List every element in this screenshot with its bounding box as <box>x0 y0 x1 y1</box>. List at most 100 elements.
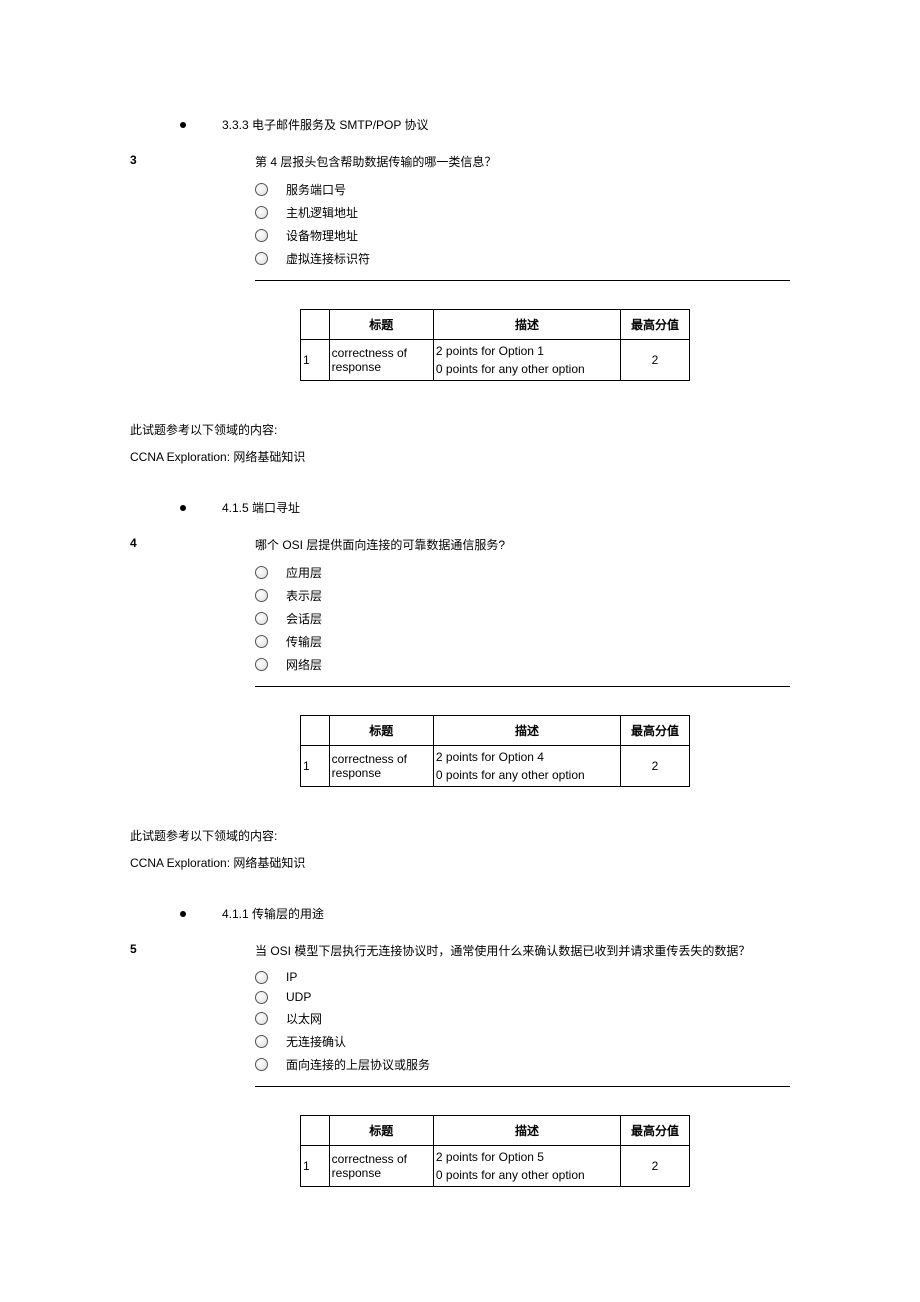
option-row[interactable]: 主机逻辑地址 <box>255 201 790 224</box>
radio-icon[interactable] <box>255 612 268 625</box>
question-number: 5 <box>130 942 255 959</box>
reference-block: 此试题参考以下领域的内容: CCNA Exploration: 网络基础知识 <box>130 827 790 871</box>
option-label: UDP <box>286 990 311 1004</box>
radio-icon[interactable] <box>255 991 268 1004</box>
radio-icon[interactable] <box>255 658 268 671</box>
radio-icon[interactable] <box>255 229 268 242</box>
option-label: 设备物理地址 <box>286 227 358 244</box>
option-label: 应用层 <box>286 564 322 581</box>
score-index: 1 <box>301 746 330 787</box>
question-text: 第 4 层报头包含帮助数据传输的哪一类信息？ <box>255 153 790 170</box>
option-row[interactable]: 设备物理地址 <box>255 224 790 247</box>
option-row[interactable]: 虚拟连接标识符 <box>255 247 790 270</box>
score-title: correctness of response <box>329 746 433 787</box>
header-title: 标题 <box>329 716 433 746</box>
divider <box>255 1086 790 1087</box>
radio-icon[interactable] <box>255 1012 268 1025</box>
divider <box>255 686 790 687</box>
score-desc: 2 points for Option 50 points for any ot… <box>433 1146 620 1187</box>
bullet-text: 4.1.1 传输层的用途 <box>222 905 324 922</box>
score-title: correctness of response <box>329 1146 433 1187</box>
header-desc: 描述 <box>433 716 620 746</box>
bullet-text: 3.3.3 电子邮件服务及 SMTP/POP 协议 <box>222 116 429 133</box>
option-row[interactable]: 应用层 <box>255 561 790 584</box>
reference-bullet-2: 4.1.5 端口寻址 <box>180 499 790 516</box>
option-row[interactable]: 表示层 <box>255 584 790 607</box>
table-row: 1 correctness of response 2 points for O… <box>301 746 690 787</box>
option-row[interactable]: 传输层 <box>255 630 790 653</box>
radio-icon[interactable] <box>255 971 268 984</box>
radio-icon[interactable] <box>255 183 268 196</box>
option-label: 表示层 <box>286 587 322 604</box>
reference-block: 此试题参考以下领域的内容: CCNA Exploration: 网络基础知识 <box>130 421 790 465</box>
reference-course: CCNA Exploration: 网络基础知识 <box>130 854 790 871</box>
score-max: 2 <box>621 746 690 787</box>
table-row: 1 correctness of response 2 points for O… <box>301 340 690 381</box>
radio-icon[interactable] <box>255 206 268 219</box>
option-row[interactable]: 网络层 <box>255 653 790 676</box>
table-header-row: 标题 描述 最高分值 <box>301 716 690 746</box>
option-label: 网络层 <box>286 656 322 673</box>
score-index: 1 <box>301 1146 330 1187</box>
reference-label: 此试题参考以下领域的内容: <box>130 827 790 844</box>
header-max: 最高分值 <box>621 310 690 340</box>
header-max: 最高分值 <box>621 716 690 746</box>
option-row[interactable]: 以太网 <box>255 1007 790 1030</box>
radio-icon[interactable] <box>255 589 268 602</box>
question-5: 5 当 OSI 模型下层执行无连接协议时，通常使用什么来确认数据已收到并请求重传… <box>130 942 790 1187</box>
table-header-row: 标题 描述 最高分值 <box>301 1116 690 1146</box>
option-row[interactable]: UDP <box>255 987 790 1007</box>
table-header-row: 标题 描述 最高分值 <box>301 310 690 340</box>
radio-icon[interactable] <box>255 1058 268 1071</box>
option-label: 服务端口号 <box>286 181 346 198</box>
score-table: 标题 描述 最高分值 1 correctness of response 2 p… <box>300 1115 690 1187</box>
score-table: 标题 描述 最高分值 1 correctness of response 2 p… <box>300 309 690 381</box>
reference-bullet-3: 4.1.1 传输层的用途 <box>180 905 790 922</box>
header-max: 最高分值 <box>621 1116 690 1146</box>
header-desc: 描述 <box>433 310 620 340</box>
radio-icon[interactable] <box>255 1035 268 1048</box>
option-row[interactable]: IP <box>255 967 790 987</box>
option-label: 面向连接的上层协议或服务 <box>286 1056 430 1073</box>
option-row[interactable]: 面向连接的上层协议或服务 <box>255 1053 790 1076</box>
question-number: 3 <box>130 153 255 170</box>
header-title: 标题 <box>329 310 433 340</box>
score-desc: 2 points for Option 40 points for any ot… <box>433 746 620 787</box>
option-label: 主机逻辑地址 <box>286 204 358 221</box>
option-label: 以太网 <box>286 1010 322 1027</box>
question-text: 当 OSI 模型下层执行无连接协议时，通常使用什么来确认数据已收到并请求重传丢失… <box>255 942 790 959</box>
header-title: 标题 <box>329 1116 433 1146</box>
bullet-icon <box>180 505 186 511</box>
question-3: 3 第 4 层报头包含帮助数据传输的哪一类信息？ 服务端口号 主机逻辑地址 设备… <box>130 153 790 381</box>
bullet-icon <box>180 911 186 917</box>
divider <box>255 280 790 281</box>
question-options: IP UDP 以太网 无连接确认 面向连接的上层协议或服务 <box>255 967 790 1076</box>
option-row[interactable]: 会话层 <box>255 607 790 630</box>
radio-icon[interactable] <box>255 635 268 648</box>
score-table: 标题 描述 最高分值 1 correctness of response 2 p… <box>300 715 690 787</box>
score-index: 1 <box>301 340 330 381</box>
option-label: 虚拟连接标识符 <box>286 250 370 267</box>
option-row[interactable]: 服务端口号 <box>255 178 790 201</box>
option-label: 传输层 <box>286 633 322 650</box>
question-options: 应用层 表示层 会话层 传输层 网络层 <box>255 561 790 676</box>
header-desc: 描述 <box>433 1116 620 1146</box>
question-options: 服务端口号 主机逻辑地址 设备物理地址 虚拟连接标识符 <box>255 178 790 270</box>
bullet-text: 4.1.5 端口寻址 <box>222 499 300 516</box>
question-4: 4 哪个 OSI 层提供面向连接的可靠数据通信服务? 应用层 表示层 会话层 传… <box>130 536 790 787</box>
bullet-icon <box>180 122 186 128</box>
option-row[interactable]: 无连接确认 <box>255 1030 790 1053</box>
question-text: 哪个 OSI 层提供面向连接的可靠数据通信服务? <box>255 536 790 553</box>
option-label: IP <box>286 970 297 984</box>
option-label: 会话层 <box>286 610 322 627</box>
score-max: 2 <box>621 1146 690 1187</box>
question-number: 4 <box>130 536 255 553</box>
score-desc: 2 points for Option 10 points for any ot… <box>433 340 620 381</box>
option-label: 无连接确认 <box>286 1033 346 1050</box>
radio-icon[interactable] <box>255 566 268 579</box>
table-row: 1 correctness of response 2 points for O… <box>301 1146 690 1187</box>
reference-bullet-1: 3.3.3 电子邮件服务及 SMTP/POP 协议 <box>180 116 790 133</box>
score-max: 2 <box>621 340 690 381</box>
radio-icon[interactable] <box>255 252 268 265</box>
score-title: correctness of response <box>329 340 433 381</box>
